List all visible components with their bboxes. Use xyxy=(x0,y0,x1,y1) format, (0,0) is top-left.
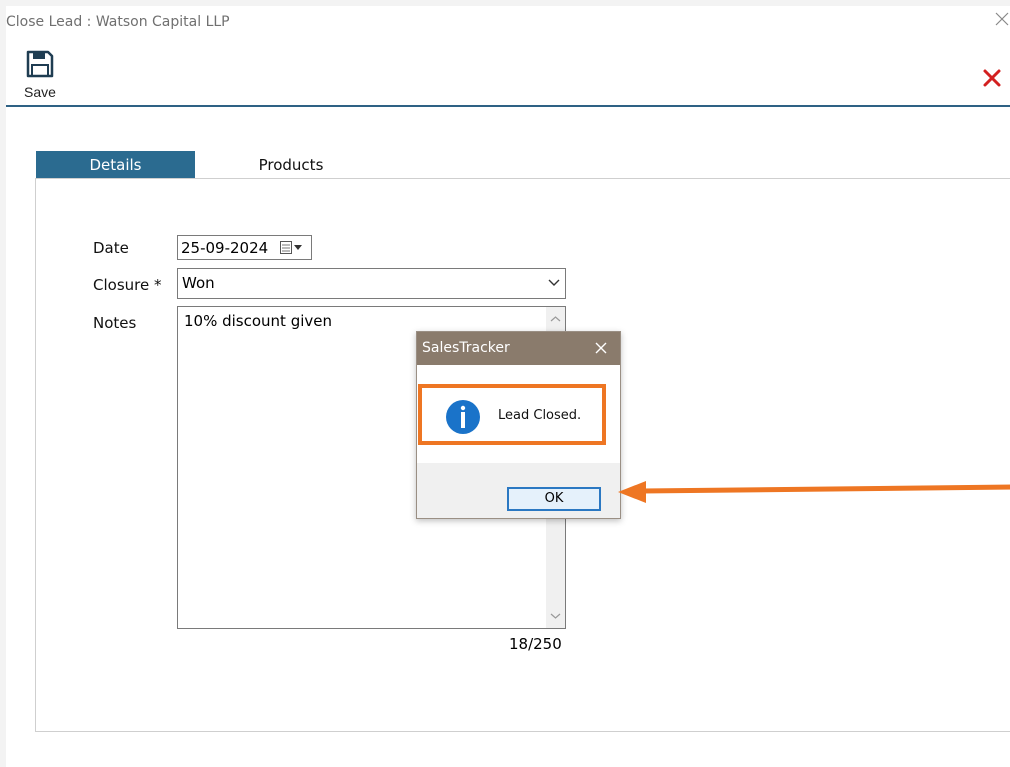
chevron-down-icon xyxy=(548,279,560,286)
toolbar-divider xyxy=(6,105,1010,107)
scroll-up-icon[interactable] xyxy=(550,315,561,323)
close-lead-window: Close Lead : Watson Capital LLP Save Det… xyxy=(6,6,1010,767)
dialog-title: SalesTracker xyxy=(422,340,510,356)
scroll-down-icon[interactable] xyxy=(550,612,561,620)
save-label: Save xyxy=(24,84,56,100)
dialog-footer: OK xyxy=(417,463,620,518)
red-x-icon[interactable] xyxy=(982,68,1002,88)
callout-arrow-icon xyxy=(618,481,1010,503)
dialog-message: Lead Closed. xyxy=(498,408,582,423)
date-label: Date xyxy=(93,239,129,257)
window-close-icon[interactable] xyxy=(995,12,1010,28)
window-title: Close Lead : Watson Capital LLP xyxy=(6,14,230,30)
tab-details[interactable]: Details xyxy=(36,151,195,179)
closure-label: Closure * xyxy=(93,276,162,294)
calendar-icon[interactable] xyxy=(280,241,292,254)
date-dropdown-icon[interactable] xyxy=(294,245,302,250)
info-icon xyxy=(446,400,480,434)
dialog-title-bar: SalesTracker xyxy=(417,332,620,365)
date-value: 25-09-2024 xyxy=(181,239,269,257)
closure-select[interactable]: Won xyxy=(177,268,566,299)
floppy-disk-icon xyxy=(26,50,54,78)
tab-products[interactable]: Products xyxy=(216,151,366,179)
dialog-close-icon[interactable] xyxy=(593,340,609,356)
notes-value: 10% discount given xyxy=(184,312,333,330)
salestracker-dialog: SalesTracker Lead Closed. OK xyxy=(416,331,621,519)
notes-character-counter: 18/250 xyxy=(509,635,562,653)
dialog-body: Lead Closed. xyxy=(417,365,620,463)
ok-button[interactable]: OK xyxy=(507,487,601,511)
date-picker[interactable]: 25-09-2024 xyxy=(177,235,312,260)
notes-label: Notes xyxy=(93,314,137,332)
closure-value: Won xyxy=(182,274,215,292)
